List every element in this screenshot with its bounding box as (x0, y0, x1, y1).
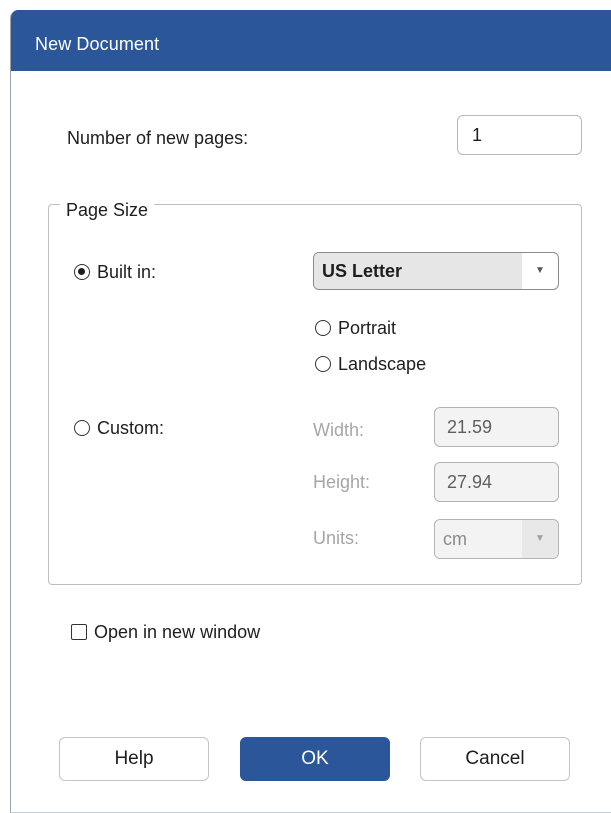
units-label: Units: (313, 528, 360, 548)
open-in-new-window-checkbox[interactable] (71, 624, 87, 640)
cancel-button[interactable]: Cancel (420, 737, 570, 781)
chevron-down-icon: ▼ (535, 265, 545, 276)
units-value: cm (435, 520, 522, 558)
width-label: Width: (313, 420, 365, 440)
custom-label[interactable]: Custom: (97, 417, 164, 439)
built-in-radio[interactable] (74, 264, 90, 280)
built-in-size-dropdown[interactable]: US Letter ▼ (313, 252, 559, 290)
number-of-pages-input[interactable]: 1 (457, 115, 582, 155)
portrait-label[interactable]: Portrait (338, 317, 396, 339)
height-input[interactable]: 27.94 (434, 462, 559, 502)
title-bar[interactable]: New Document (11, 10, 611, 71)
number-of-pages-label: Number of new pages: (67, 128, 249, 148)
chevron-down-icon: ▼ (522, 520, 558, 558)
help-button[interactable]: Help (59, 737, 209, 781)
new-document-dialog: New Document Number of new pages: 1 Page… (10, 10, 611, 813)
landscape-label[interactable]: Landscape (338, 353, 426, 375)
open-in-new-window-label[interactable]: Open in new window (94, 621, 260, 643)
landscape-radio[interactable] (315, 356, 331, 372)
width-input[interactable]: 21.59 (434, 407, 559, 447)
built-in-size-value: US Letter (314, 253, 522, 289)
page-size-legend: Page Size (60, 200, 155, 220)
height-label: Height: (313, 472, 371, 492)
ok-button[interactable]: OK (240, 737, 390, 781)
built-in-label[interactable]: Built in: (97, 261, 156, 283)
custom-radio[interactable] (74, 420, 90, 436)
units-dropdown[interactable]: cm ▼ (434, 519, 559, 559)
dialog-title: New Document (35, 34, 160, 54)
portrait-radio[interactable] (315, 320, 331, 336)
